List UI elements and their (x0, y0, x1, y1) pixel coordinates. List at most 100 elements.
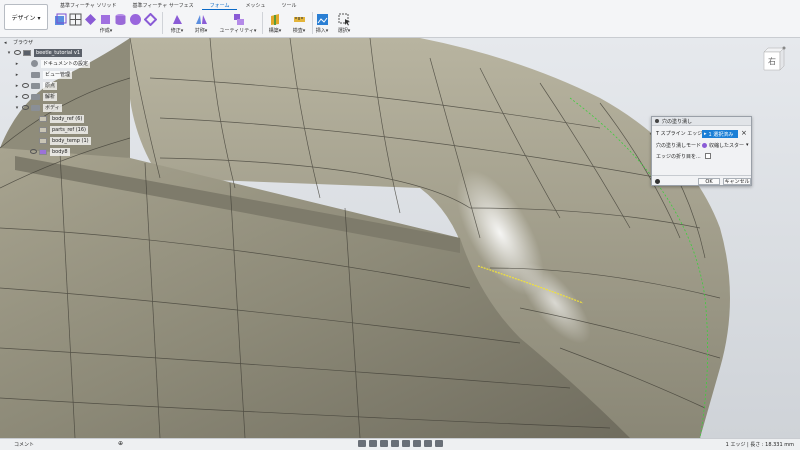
browser-header[interactable]: ◂ ブラウザ (4, 38, 124, 47)
browser-item-views[interactable]: ▸ ビュー管理 (4, 69, 124, 80)
sphere-form-icon[interactable] (129, 13, 142, 26)
symmetry-menu[interactable]: 対称▾ (190, 27, 212, 35)
dialog-header[interactable]: 穴の塗り潰し (652, 117, 751, 126)
document-icon (23, 49, 31, 56)
fill-hole-dialog: 穴の塗り潰し T スプライン エッジ ▸ 1 選択済み × 穴の塗り潰しモード … (651, 116, 752, 186)
comments-label[interactable]: コメント (14, 441, 34, 448)
help-icon[interactable] (655, 179, 660, 184)
construct-group: 構築▾ (264, 11, 286, 37)
construct-menu[interactable]: 構築▾ (264, 27, 286, 35)
visibility-eye-icon (22, 61, 29, 66)
construct-plane-icon[interactable] (269, 13, 282, 26)
select-menu[interactable]: 選択▾ (334, 27, 354, 35)
home-icon[interactable] (782, 46, 786, 50)
tab-solid[interactable]: 基準フィーチャ ソリッド (52, 2, 124, 10)
expand-arrow-icon[interactable]: ▸ (14, 61, 20, 67)
edge-selection-button[interactable]: ▸ 1 選択済み (702, 130, 738, 138)
edit-form-icon[interactable] (171, 13, 184, 26)
fit-icon[interactable] (401, 440, 410, 447)
visibility-eye-icon[interactable] (22, 105, 29, 110)
insert-image-icon[interactable] (316, 13, 329, 26)
selection-count: 1 選択済み (708, 131, 734, 138)
ok-button[interactable]: OK (698, 178, 720, 185)
utility-menu[interactable]: ユーティリティ▾ (216, 27, 260, 35)
visibility-eye-icon[interactable] (30, 116, 37, 121)
browser-item-origin[interactable]: ▸ 原点 (4, 80, 124, 91)
utility-group: ユーティリティ▾ (216, 11, 260, 37)
browser-title: ブラウザ (13, 40, 34, 46)
cancel-button[interactable]: キャンセル (723, 178, 751, 185)
expand-arrow-icon[interactable]: ▾ (6, 50, 12, 56)
inspect-menu[interactable]: 検査▾ (288, 27, 310, 35)
visibility-eye-icon[interactable] (22, 94, 29, 99)
measure-icon[interactable] (293, 13, 306, 26)
browser-item-label: 原点 (43, 81, 58, 90)
cylinder-form-icon[interactable] (114, 13, 127, 26)
comments-add-icon[interactable]: ⊕ (118, 440, 123, 447)
crease-label: エッジの折り目を... (656, 154, 701, 160)
viewports-icon[interactable] (434, 440, 443, 447)
ribbon-toolbar: デザイン ▾ 基準フィーチャ ソリッド 基準フィーチャ サーフェス フォーム メ… (0, 0, 800, 38)
browser-item-document[interactable]: ▾ beetle_tutorial v1 (4, 47, 124, 58)
tab-tools[interactable]: ツール (273, 2, 304, 10)
visibility-eye-icon[interactable] (30, 138, 37, 143)
visibility-eye-icon[interactable] (14, 50, 21, 55)
display-settings-icon[interactable] (412, 440, 421, 447)
tab-form[interactable]: フォーム (201, 2, 238, 10)
symmetry-icon[interactable] (195, 13, 208, 26)
symmetry-group: 対称▾ (190, 11, 212, 37)
look-at-icon[interactable] (368, 440, 377, 447)
insert-menu[interactable]: 挿入▾ (312, 27, 332, 35)
fill-mode-dropdown[interactable]: 収縮したスター ▾ (702, 141, 750, 149)
browser-item-body[interactable]: body_ref (6) (4, 113, 124, 124)
collapse-arrow-icon[interactable]: ◂ (4, 40, 10, 46)
browser-item-document-settings[interactable]: ▸ ドキュメントの設定 (4, 58, 124, 69)
tab-surface[interactable]: 基準フィーチャ サーフェス (124, 2, 201, 10)
expand-arrow-icon[interactable]: ▸ (14, 94, 20, 100)
expand-arrow-icon[interactable]: ▸ (14, 83, 20, 89)
edge-label: T スプライン エッジ (656, 131, 703, 137)
crease-checkbox[interactable] (705, 153, 711, 159)
visibility-eye-icon[interactable] (30, 127, 37, 132)
browser-item-body[interactable]: body_temp (1) (4, 135, 124, 146)
torus-form-icon[interactable] (144, 12, 157, 26)
expand-arrow-icon[interactable]: ▸ (14, 72, 20, 78)
browser-item-label: body_temp (1) (50, 136, 91, 145)
browser-item-bodies[interactable]: ▾ ボディ (4, 102, 124, 113)
select-cursor-icon[interactable] (338, 13, 351, 26)
browser-item-body[interactable]: parts_ref (16) (4, 124, 124, 135)
inspect-group: 検査▾ (288, 11, 310, 37)
workspace-label: デザイン ▾ (11, 14, 41, 22)
body-icon (39, 137, 47, 144)
browser-item-label: body8 (50, 147, 70, 156)
modify-menu[interactable]: 修正▾ (166, 27, 188, 35)
dialog-title: 穴の塗り潰し (662, 118, 693, 125)
zoom-icon[interactable] (390, 440, 399, 447)
mode-row: 穴の塗り潰しモード (656, 141, 701, 150)
utility-icon[interactable] (232, 13, 245, 26)
tab-mesh[interactable]: メッシュ (237, 2, 273, 10)
body-icon (39, 115, 47, 122)
crease-row: エッジの折り目を... (656, 152, 701, 161)
cube-form-icon[interactable] (99, 13, 112, 26)
browser-item-analysis[interactable]: ▸ 解析 (4, 91, 124, 102)
tspline-body-icon (39, 148, 47, 155)
visibility-eye-icon[interactable] (22, 83, 29, 88)
pan-hand-icon[interactable] (379, 440, 388, 447)
edge-selection-row: T スプライン エッジ (656, 129, 702, 138)
view-cube[interactable]: 右 (758, 44, 788, 80)
orbit-icon[interactable] (357, 440, 366, 447)
grid-plane-icon[interactable] (69, 13, 82, 26)
clear-selection-icon[interactable]: × (741, 129, 747, 137)
browser-item-body[interactable]: body8 (4, 146, 124, 157)
dialog-collapse-icon[interactable] (655, 119, 659, 123)
create-menu[interactable]: 作成▾ (54, 27, 158, 35)
visibility-eye-icon[interactable] (30, 149, 37, 154)
expand-arrow-icon[interactable]: ▾ (14, 105, 20, 111)
toolbar-divider (162, 12, 163, 34)
diamond-form-icon[interactable] (84, 13, 97, 26)
browser-panel: ◂ ブラウザ ▾ beetle_tutorial v1 ▸ ドキュメントの設定 … (4, 38, 124, 157)
box-form-icon[interactable] (54, 13, 67, 26)
workspace-switcher-button[interactable]: デザイン ▾ (4, 4, 48, 30)
grid-settings-icon[interactable] (423, 440, 432, 447)
